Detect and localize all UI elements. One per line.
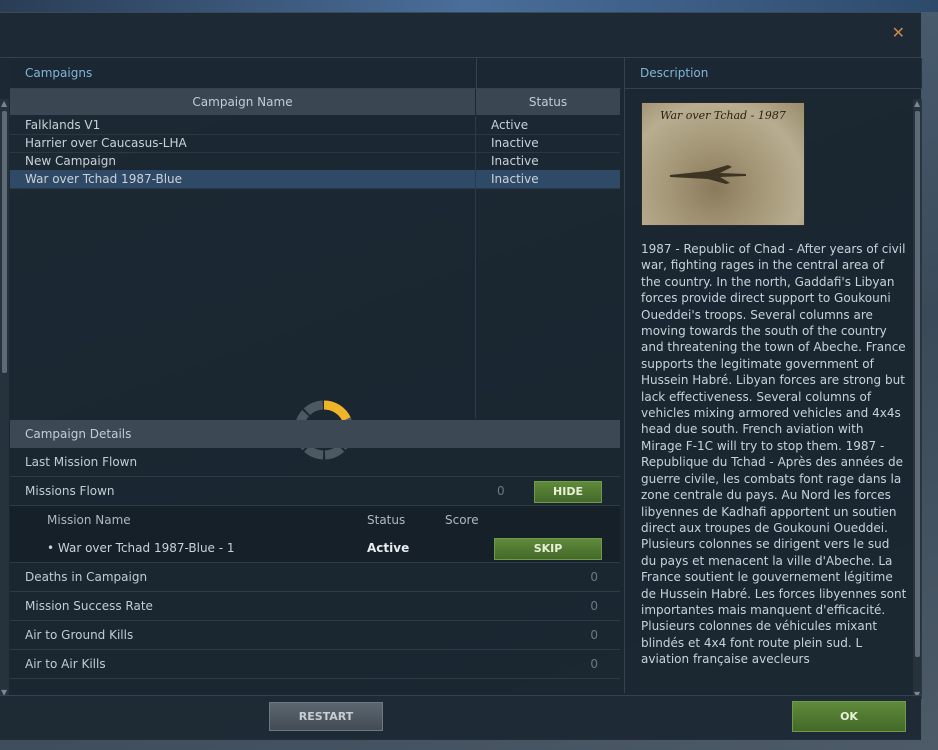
campaign-name: Harrier over Caucasus-LHA bbox=[25, 136, 187, 150]
skip-button[interactable]: SKIP bbox=[494, 538, 602, 560]
mission-row[interactable]: • War over Tchad 1987-Blue - 1 Active SK… bbox=[10, 534, 620, 563]
table-row[interactable]: New Campaign Inactive bbox=[10, 152, 620, 171]
stat-label: Air to Ground Kills bbox=[25, 628, 134, 642]
column-header-mission-status: Status bbox=[367, 513, 406, 527]
campaign-table: Falklands V1 Active Harrier over Caucasu… bbox=[10, 116, 620, 418]
stat-value: 0 bbox=[590, 570, 598, 584]
mission-table-header: Mission Name Status Score bbox=[10, 506, 620, 534]
stat-label: Deaths in Campaign bbox=[25, 570, 148, 584]
scroll-up-icon[interactable]: ▲ bbox=[1, 99, 7, 108]
campaign-image: War over Tchad - 1987 bbox=[641, 102, 805, 226]
stat-label: Air to Air Kills bbox=[25, 657, 106, 671]
missions-flown-label: Missions Flown bbox=[25, 484, 115, 498]
campaign-name: New Campaign bbox=[25, 154, 116, 168]
hide-button[interactable]: HIDE bbox=[534, 481, 602, 503]
column-divider bbox=[475, 116, 476, 418]
table-row-selected[interactable]: War over Tchad 1987-Blue Inactive bbox=[10, 170, 620, 189]
campaign-name: War over Tchad 1987-Blue bbox=[25, 172, 183, 186]
campaigns-title: Campaigns bbox=[10, 58, 476, 89]
campaigns-scrollbar[interactable]: ▲ ▼ bbox=[0, 99, 9, 697]
background-sky bbox=[0, 0, 938, 12]
campaign-details: Campaign Details Last Mission Flown Miss… bbox=[10, 420, 620, 679]
campaign-status: Inactive bbox=[491, 136, 539, 150]
stat-label: Mission Success Rate bbox=[25, 599, 153, 613]
table-row[interactable]: Harrier over Caucasus-LHA Inactive bbox=[10, 134, 620, 153]
campaigns-panel: Campaigns Campaign Name Status Falklands… bbox=[10, 58, 621, 693]
mission-status: Active bbox=[367, 541, 410, 555]
missions-flown-row: Missions Flown 0 HIDE bbox=[10, 477, 620, 506]
column-header-status[interactable]: Status bbox=[476, 89, 620, 115]
window-header: ✕ bbox=[0, 13, 921, 58]
window-footer: RESTART OK bbox=[0, 695, 921, 740]
jet-silhouette-icon bbox=[670, 165, 746, 184]
missions-flown-count: 0 bbox=[497, 484, 505, 498]
table-row[interactable]: Falklands V1 Active bbox=[10, 116, 620, 135]
column-header-mission-name: Mission Name bbox=[47, 513, 131, 527]
campaign-image-caption: War over Tchad - 1987 bbox=[660, 109, 786, 122]
description-title: Description bbox=[625, 58, 922, 89]
last-mission-flown-row: Last Mission Flown bbox=[10, 448, 620, 477]
restart-button[interactable]: RESTART bbox=[269, 702, 383, 731]
column-header-campaign-name[interactable]: Campaign Name bbox=[10, 89, 475, 115]
description-text: 1987 - Republic of Chad - After years of… bbox=[641, 242, 907, 667]
close-icon[interactable]: ✕ bbox=[892, 23, 905, 42]
campaign-status: Inactive bbox=[491, 154, 539, 168]
description-scrollbar[interactable]: ▲ ▼ bbox=[913, 99, 922, 699]
stat-value: 0 bbox=[590, 657, 598, 671]
stat-row-success-rate: Mission Success Rate 0 bbox=[10, 592, 620, 621]
scrollbar-thumb[interactable] bbox=[2, 111, 7, 373]
campaign-status: Active bbox=[491, 118, 529, 132]
campaigns-title-status-cell bbox=[476, 58, 621, 89]
campaign-name: Falklands V1 bbox=[25, 118, 101, 132]
ok-button[interactable]: OK bbox=[792, 701, 906, 732]
stat-row-air-to-air: Air to Air Kills 0 bbox=[10, 650, 620, 679]
scrollbar-thumb[interactable] bbox=[915, 111, 920, 657]
scroll-up-icon[interactable]: ▲ bbox=[914, 99, 920, 108]
campaign-details-title: Campaign Details bbox=[10, 420, 620, 448]
description-panel: Description War over Tchad - 1987 1987 -… bbox=[624, 58, 922, 699]
stat-value: 0 bbox=[590, 599, 598, 613]
campaign-status: Inactive bbox=[491, 172, 539, 186]
last-mission-flown-label: Last Mission Flown bbox=[25, 455, 138, 469]
mission-name: • War over Tchad 1987-Blue - 1 bbox=[47, 541, 235, 555]
stat-row-deaths: Deaths in Campaign 0 bbox=[10, 563, 620, 592]
stat-row-air-to-ground: Air to Ground Kills 0 bbox=[10, 621, 620, 650]
campaign-window: ✕ Campaigns Campaign Name Status Falklan… bbox=[0, 12, 922, 740]
column-header-score: Score bbox=[445, 513, 479, 527]
stat-value: 0 bbox=[590, 628, 598, 642]
